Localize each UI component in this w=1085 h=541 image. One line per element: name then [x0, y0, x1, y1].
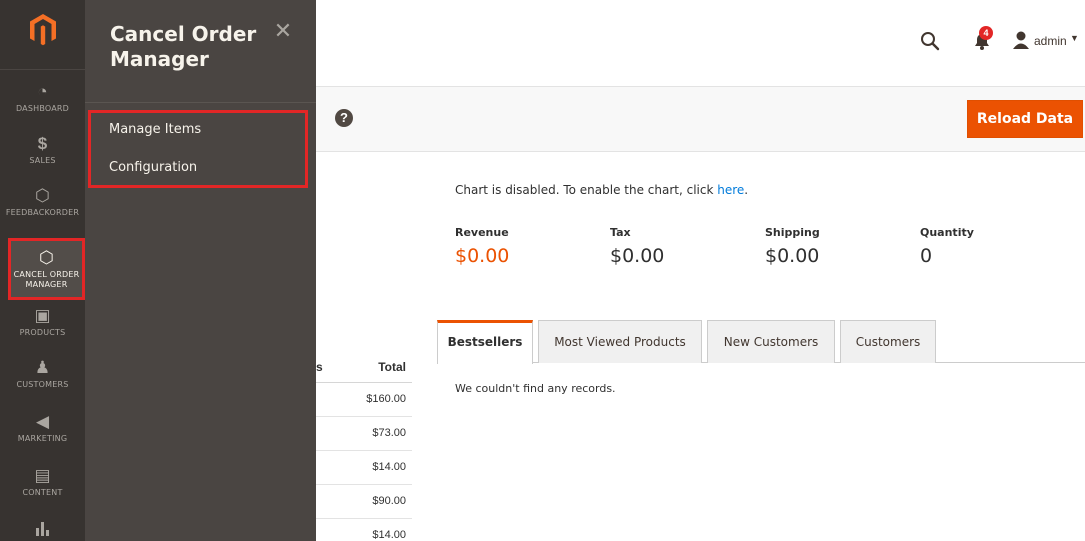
dashboard-tabs: Bestsellers Most Viewed Products New Cus… — [437, 320, 1085, 364]
totals-tax: Tax $0.00 — [610, 226, 740, 267]
cancel-order-manager-flyout: Cancel Order Manager ✕ Manage Items Conf… — [85, 0, 316, 541]
table-header-partial: s — [316, 360, 323, 374]
nav-feedbackorder-label: FEEDBACKORDER — [5, 208, 80, 217]
chart-disabled-message: Chart is disabled. To enable the chart, … — [455, 183, 748, 197]
megaphone-icon: ◀ — [35, 412, 50, 431]
totals-label: Revenue — [455, 226, 509, 239]
enable-chart-link[interactable]: here — [717, 183, 744, 197]
user-name: admin — [1034, 34, 1067, 48]
nav-cancel-order-manager-label: CANCEL ORDER MANAGER — [13, 270, 80, 289]
hexagon-icon: ⬡ — [35, 186, 50, 205]
admin-left-nav: ◔ DASHBOARD $ SALES ⬡ FEEDBACKORDER ⬡ CA… — [0, 0, 85, 541]
empty-records-message: We couldn't find any records. — [455, 382, 616, 395]
flyout-link-manage-items[interactable]: Manage Items — [109, 122, 201, 137]
nav-feedbackorder[interactable]: ⬡ FEEDBACKORDER — [0, 186, 85, 218]
table-row[interactable]: $160.00 — [316, 383, 412, 417]
table-cell-total: $14.00 — [372, 529, 406, 541]
table-row[interactable]: $90.00 — [316, 485, 412, 519]
user-menu[interactable]: admin ▼ — [1012, 30, 1084, 52]
nav-products-label: PRODUCTS — [19, 328, 66, 337]
layout-icon: ▤ — [34, 466, 51, 485]
nav-sales[interactable]: $ SALES — [0, 134, 85, 166]
flyout-link-configuration[interactable]: Configuration — [109, 160, 197, 175]
table-cell-total: $160.00 — [366, 393, 406, 405]
nav-sales-label: SALES — [29, 156, 56, 165]
nav-content[interactable]: ▤ CONTENT — [0, 466, 85, 498]
table-row[interactable]: $73.00 — [316, 417, 412, 451]
nav-marketing-label: MARKETING — [17, 434, 68, 443]
reload-data-button[interactable]: Reload Data — [967, 100, 1083, 138]
box-icon: ▣ — [34, 306, 51, 325]
nav-reports[interactable] — [0, 518, 85, 538]
search-icon[interactable] — [919, 30, 941, 52]
chart-message-text: Chart is disabled. To enable the chart, … — [455, 183, 718, 197]
notification-count-badge: 4 — [979, 26, 993, 40]
flyout-title: Cancel Order Manager — [110, 22, 257, 71]
nav-cancel-order-manager[interactable]: ⬡ CANCEL ORDER MANAGER — [10, 240, 83, 297]
flyout-divider — [85, 102, 316, 103]
table-cell-total: $90.00 — [372, 495, 406, 507]
tab-customers[interactable]: Customers — [840, 320, 936, 363]
dashboard-icon: ◔ — [37, 82, 48, 101]
nav-customers[interactable]: ♟ CUSTOMERS — [0, 358, 85, 390]
chevron-down-icon: ▼ — [1070, 33, 1079, 43]
table-row[interactable]: $14.00 — [316, 519, 412, 541]
table-header-total: Total — [378, 360, 406, 374]
totals-label: Tax — [610, 226, 631, 239]
nav-dashboard-label: DASHBOARD — [15, 104, 70, 113]
totals-value: 0 — [920, 245, 933, 267]
nav-marketing[interactable]: ◀ MARKETING — [0, 412, 85, 444]
totals-value: $0.00 — [455, 245, 510, 267]
help-icon[interactable]: ? — [335, 109, 353, 127]
page-actions-bar: ? Reload Data — [316, 86, 1085, 152]
totals-quantity: Quantity 0 — [920, 226, 1050, 267]
totals-revenue: Revenue $0.00 — [455, 226, 585, 267]
table-row[interactable]: $14.00 — [316, 451, 412, 485]
magento-logo-icon — [30, 14, 56, 46]
nav-customers-label: CUSTOMERS — [16, 380, 69, 389]
tab-new-customers[interactable]: New Customers — [707, 320, 835, 363]
nav-products[interactable]: ▣ PRODUCTS — [0, 306, 85, 338]
user-icon — [1013, 31, 1029, 49]
totals-value: $0.00 — [610, 245, 665, 267]
totals-label: Shipping — [765, 226, 820, 239]
nav-content-label: CONTENT — [22, 488, 63, 497]
header-actions: 4 admin ▼ — [915, 26, 1085, 58]
table-cell-total: $14.00 — [372, 461, 406, 473]
bar-chart-icon — [0, 518, 85, 538]
dollar-icon: $ — [37, 134, 48, 153]
totals-shipping: Shipping $0.00 — [765, 226, 895, 267]
person-icon: ♟ — [34, 358, 51, 377]
nav-dashboard[interactable]: ◔ DASHBOARD — [0, 82, 85, 114]
magento-logo[interactable] — [0, 0, 85, 70]
tab-bestsellers[interactable]: Bestsellers — [437, 320, 533, 364]
table-cell-total: $73.00 — [372, 427, 406, 439]
hexagon-icon: ⬡ — [39, 248, 54, 267]
close-icon[interactable]: ✕ — [271, 20, 295, 44]
totals-label: Quantity — [920, 226, 974, 239]
chart-message-end: . — [744, 183, 749, 197]
totals-value: $0.00 — [765, 245, 820, 267]
tab-most-viewed-products[interactable]: Most Viewed Products — [538, 320, 702, 363]
